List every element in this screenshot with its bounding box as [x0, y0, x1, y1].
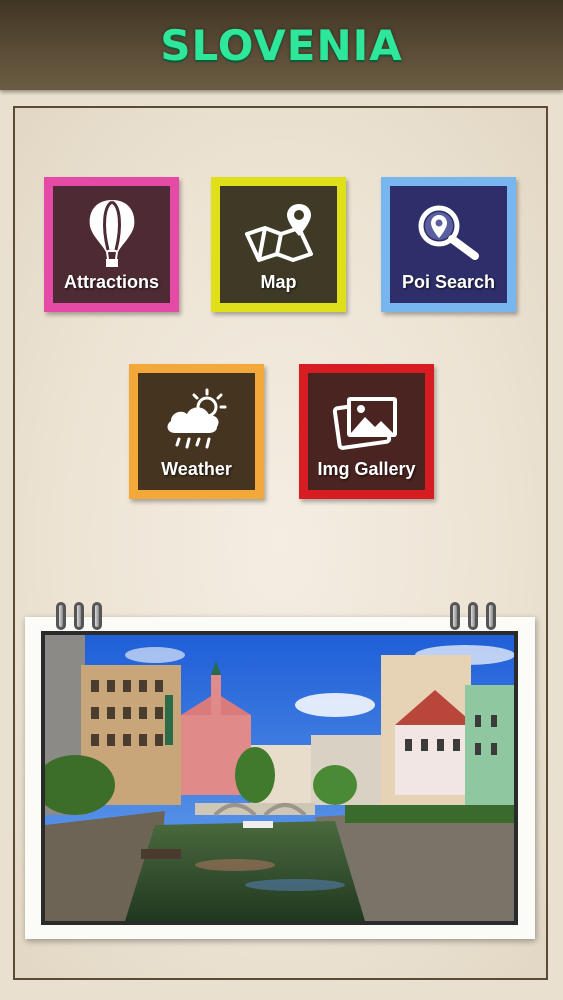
img-gallery-label: Img Gallery [317, 459, 416, 479]
map-button[interactable]: Map [211, 177, 346, 312]
hot-air-balloon-icon [53, 194, 170, 272]
weather-label: Weather [161, 459, 232, 479]
img-gallery-button[interactable]: Img Gallery [299, 364, 434, 499]
featured-photo [41, 631, 518, 925]
weather-cloud-sun-icon [138, 381, 255, 459]
app-header: SLOVENIA [0, 0, 563, 90]
poi-search-label: Poi Search [401, 272, 496, 292]
attractions-button[interactable]: Attractions [44, 177, 179, 312]
weather-button[interactable]: Weather [129, 364, 264, 499]
binder-rings-left [56, 602, 102, 630]
attractions-label: Attractions [63, 272, 159, 292]
map-pin-icon [220, 194, 337, 272]
binder-rings-right [450, 602, 496, 630]
app-title: SLOVENIA [160, 20, 403, 70]
magnifier-pin-icon [390, 194, 507, 272]
photo-gallery-icon [308, 381, 425, 459]
poi-search-button[interactable]: Poi Search [381, 177, 516, 312]
map-label: Map [260, 272, 297, 292]
